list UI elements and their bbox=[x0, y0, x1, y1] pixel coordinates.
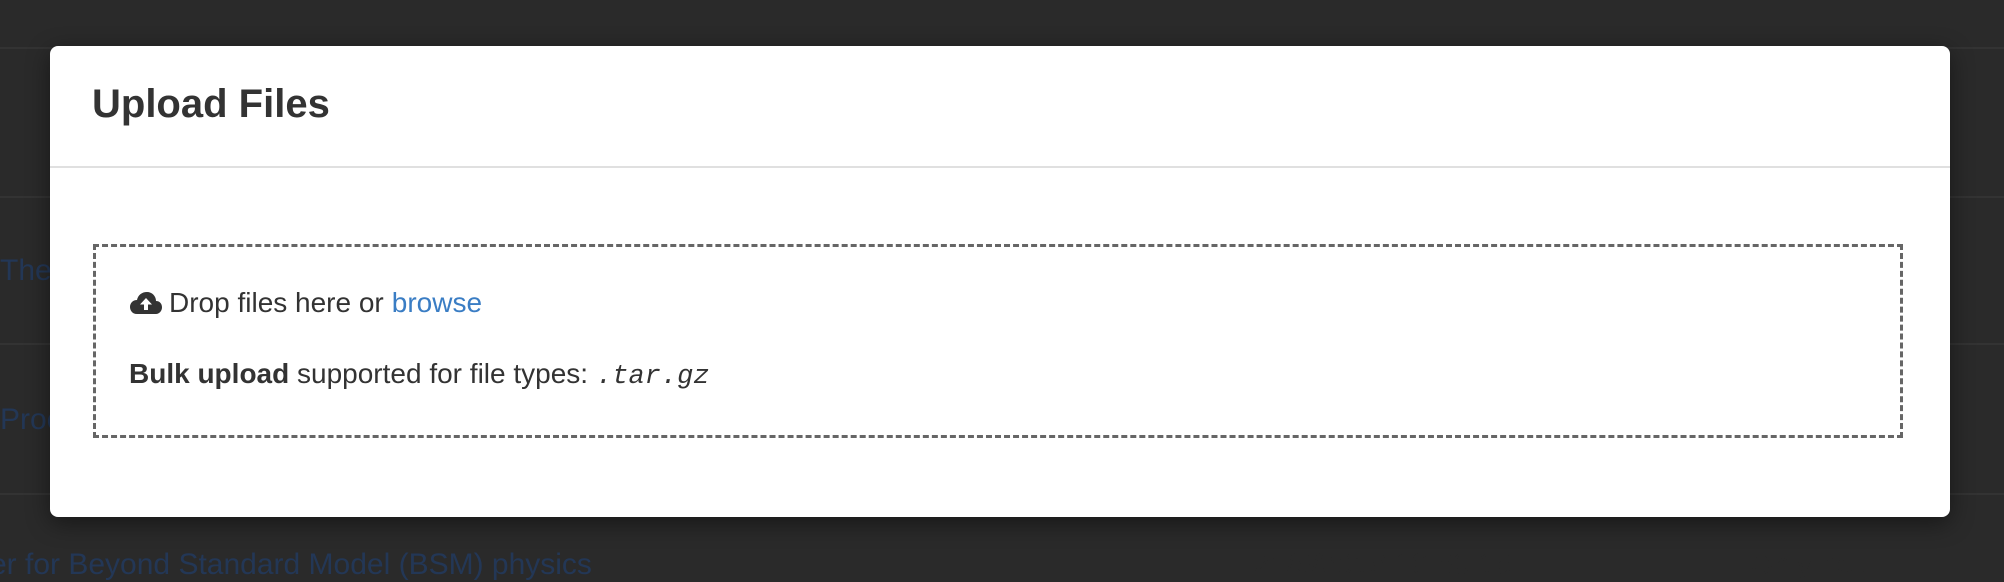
file-type-code: .tar.gz bbox=[596, 362, 710, 392]
bg-project-title[interactable]: The bbox=[0, 254, 52, 288]
cloud-upload-icon bbox=[129, 289, 163, 317]
modal-header: Upload Files bbox=[50, 46, 1950, 168]
bulk-upload-text: supported for file types: bbox=[289, 358, 589, 389]
drop-instructions: Drop files here or browse bbox=[129, 287, 482, 319]
bg-access: Only You bbox=[1750, 548, 1871, 581]
upload-files-modal: Upload Files Drop files here or browse B… bbox=[50, 46, 1950, 517]
drop-instructions-text: Drop files here or bbox=[169, 287, 384, 318]
bg-date: 21/5/2018 10:50:16 bbox=[1253, 548, 1512, 581]
bg-project-title[interactable]: er for Beyond Standard Model (BSM) physi… bbox=[0, 548, 592, 582]
browse-link[interactable]: browse bbox=[392, 287, 482, 319]
bulk-upload-note: Bulk upload supported for file types: .ta… bbox=[129, 358, 709, 392]
modal-title: Upload Files bbox=[92, 82, 330, 126]
bulk-upload-label: Bulk upload bbox=[129, 358, 290, 389]
file-dropzone[interactable]: Drop files here or browse Bulk upload su… bbox=[93, 244, 1903, 438]
